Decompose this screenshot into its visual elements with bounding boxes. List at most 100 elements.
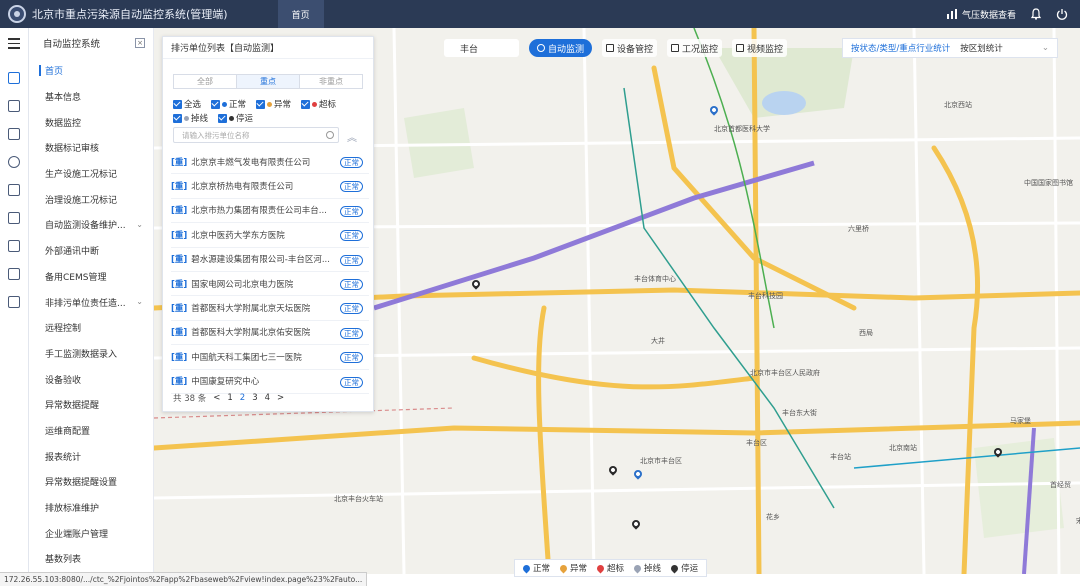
sidebar-item[interactable]: 报表统计 [29, 443, 153, 469]
list-item[interactable]: [重] 北京京桥热电有限责任公司 正常 [171, 174, 369, 199]
weather-data-label: 气压数据查看 [961, 10, 1016, 21]
list-item[interactable]: [重] 中国康复研究中心 正常 [171, 370, 369, 394]
close-icon[interactable]: × [135, 38, 145, 48]
filter-checkbox[interactable]: 停运 [218, 112, 253, 124]
segment-nonkey[interactable]: 非重点 [300, 75, 362, 88]
sidebar-item[interactable]: 排放标准维护 [29, 495, 153, 521]
key-tag: [重] [171, 206, 188, 217]
sidebar-item[interactable]: 自动监测设备维护... ⌄ [29, 212, 153, 238]
sidebar-item[interactable]: 设备验收 [29, 366, 153, 392]
list-item[interactable]: [重] 中国航天科工集团七三一医院 正常 [171, 345, 369, 370]
sidebar-item[interactable]: 手工监测数据录入 [29, 341, 153, 367]
filter-checkbox[interactable]: 掉线 [173, 112, 208, 124]
sidebar-item-label: 报表统计 [45, 452, 82, 463]
tab-home[interactable]: 首页 [277, 0, 324, 28]
list-icon[interactable] [8, 296, 20, 308]
list-item[interactable]: [重] 北京市热力集团有限责任公司丰台... 正常 [171, 199, 369, 224]
sidebar-item[interactable]: 数据标记审核 [29, 135, 153, 161]
sidebar-item[interactable]: 远程控制 [29, 315, 153, 341]
sidebar-item[interactable]: 异常数据提醒 [29, 392, 153, 418]
stat-by-district[interactable]: 按区划统计 [950, 42, 1003, 54]
next-page-button[interactable]: > [277, 393, 284, 403]
list-item[interactable]: [重] 首都医科大学附属北京佑安医院 正常 [171, 321, 369, 346]
collapse-icon[interactable]: ︽ [347, 129, 357, 144]
key-tag: [重] [171, 352, 188, 363]
sidebar-item[interactable]: 生产设施工况标记 [29, 161, 153, 187]
sidebar-item-label: 企业端账户管理 [45, 529, 109, 540]
key-tag: [重] [171, 255, 188, 266]
segment-key[interactable]: 重点 [236, 75, 300, 88]
sidebar-item[interactable]: 异常数据提醒设置 [29, 469, 153, 495]
search-doc-icon[interactable] [8, 184, 20, 196]
filter-checkbox[interactable]: 超标 [301, 98, 336, 110]
sidebar-item[interactable]: 治理设施工况标记 [29, 186, 153, 212]
sidebar-item[interactable]: 首页 [29, 58, 153, 84]
hamburger-icon[interactable] [8, 38, 20, 52]
sidebar-item-label: 基数列表 [45, 555, 82, 566]
map-pin-icon [632, 563, 643, 573]
status-dot-icon [229, 115, 235, 121]
map-place-label: 中国国家图书馆 [1024, 179, 1073, 187]
sidebar-item[interactable]: 运维商配置 [29, 418, 153, 444]
filter-checkbox[interactable]: 正常 [211, 98, 246, 110]
page-number[interactable]: 4 [265, 393, 270, 403]
condition-button[interactable]: 工况监控 [667, 39, 723, 57]
sidebar-item-label: 自动监测设备维护... [45, 221, 126, 232]
legend-item[interactable]: 掉线 [632, 562, 661, 574]
auto-monitor-button[interactable]: 自动监测 [529, 39, 593, 57]
table-icon[interactable] [8, 268, 20, 280]
sidebar-item-label: 首页 [45, 67, 64, 78]
chevron-down-icon: ⌄ [136, 297, 143, 307]
list-item[interactable]: [重] 国家电网公司北京电力医院 正常 [171, 272, 369, 297]
power-icon[interactable] [1056, 8, 1068, 20]
sidebar-item[interactable]: 备用CEMS管理 [29, 264, 153, 290]
grid-icon[interactable] [8, 240, 20, 252]
sidebar-item-label: 数据标记审核 [45, 144, 100, 155]
page-number[interactable]: 1 [227, 393, 232, 403]
legend-item[interactable]: 正常 [521, 562, 551, 574]
sidebar-item[interactable]: 外部通讯中断 [29, 238, 153, 264]
map-place-label: 北京西站 [944, 101, 972, 109]
list-item[interactable]: [重] 首都医科大学附属北京天坛医院 正常 [171, 296, 369, 321]
image-icon[interactable] [8, 100, 20, 112]
sidebar-item-label: 数据监控 [45, 118, 82, 129]
legend-item[interactable]: 异常 [558, 562, 587, 574]
video-button[interactable]: 视频监控 [732, 39, 788, 57]
chevron-down-icon[interactable]: ⌄ [1042, 43, 1057, 53]
list-item[interactable]: [重] 北京京丰燃气发电有限责任公司 正常 [171, 150, 369, 175]
status-badge: 正常 [340, 352, 363, 364]
status-badge: 正常 [340, 254, 363, 266]
filter-checkbox[interactable]: 全选 [173, 98, 201, 110]
stat-by-status[interactable]: 按状态/类型/重点行业统计 [843, 42, 950, 54]
legend-item[interactable]: 停运 [669, 562, 698, 574]
sidebar-item-label: 基本信息 [45, 93, 82, 104]
equipment-button[interactable]: 设备管控 [602, 39, 658, 57]
settings-icon[interactable] [8, 156, 20, 168]
map-place-label: 丰台体育中心 [634, 275, 676, 283]
sidebar-item[interactable]: 数据监控 [29, 109, 153, 135]
monitor-icon[interactable] [8, 72, 20, 84]
bell-icon[interactable] [1030, 8, 1042, 20]
legend-item[interactable]: 超标 [595, 562, 624, 574]
search-input[interactable]: 请输入排污单位名称 [173, 127, 339, 143]
district-select[interactable]: 丰台 [444, 39, 519, 57]
map-place-label: 马家堡 [1010, 417, 1031, 425]
segment-all[interactable]: 全部 [174, 75, 236, 88]
status-dot-icon [222, 101, 228, 107]
page-number[interactable]: 3 [252, 393, 257, 403]
checkbox-checked-icon [256, 99, 266, 109]
total-count: 共 38 条 [173, 394, 207, 404]
legend-label: 正常 [533, 564, 551, 574]
sidebar-item[interactable]: 非排污单位责任造... ⌄ [29, 289, 153, 315]
weather-data-button[interactable]: 气压数据查看 [946, 8, 1016, 21]
page-number[interactable]: 2 [240, 393, 245, 403]
document-icon[interactable] [8, 128, 20, 140]
sidebar-item[interactable]: 基数列表 [29, 546, 153, 572]
prev-page-button[interactable]: < [213, 393, 220, 403]
filter-checkbox[interactable]: 异常 [256, 98, 291, 110]
sidebar-item[interactable]: 基本信息 [29, 84, 153, 110]
list-item[interactable]: [重] 碧水源建设集团有限公司-丰台区河... 正常 [171, 248, 369, 272]
sidebar-item[interactable]: 企业端账户管理 [29, 520, 153, 546]
photo-icon[interactable] [8, 212, 20, 224]
list-item[interactable]: [重] 北京中医药大学东方医院 正常 [171, 223, 369, 248]
